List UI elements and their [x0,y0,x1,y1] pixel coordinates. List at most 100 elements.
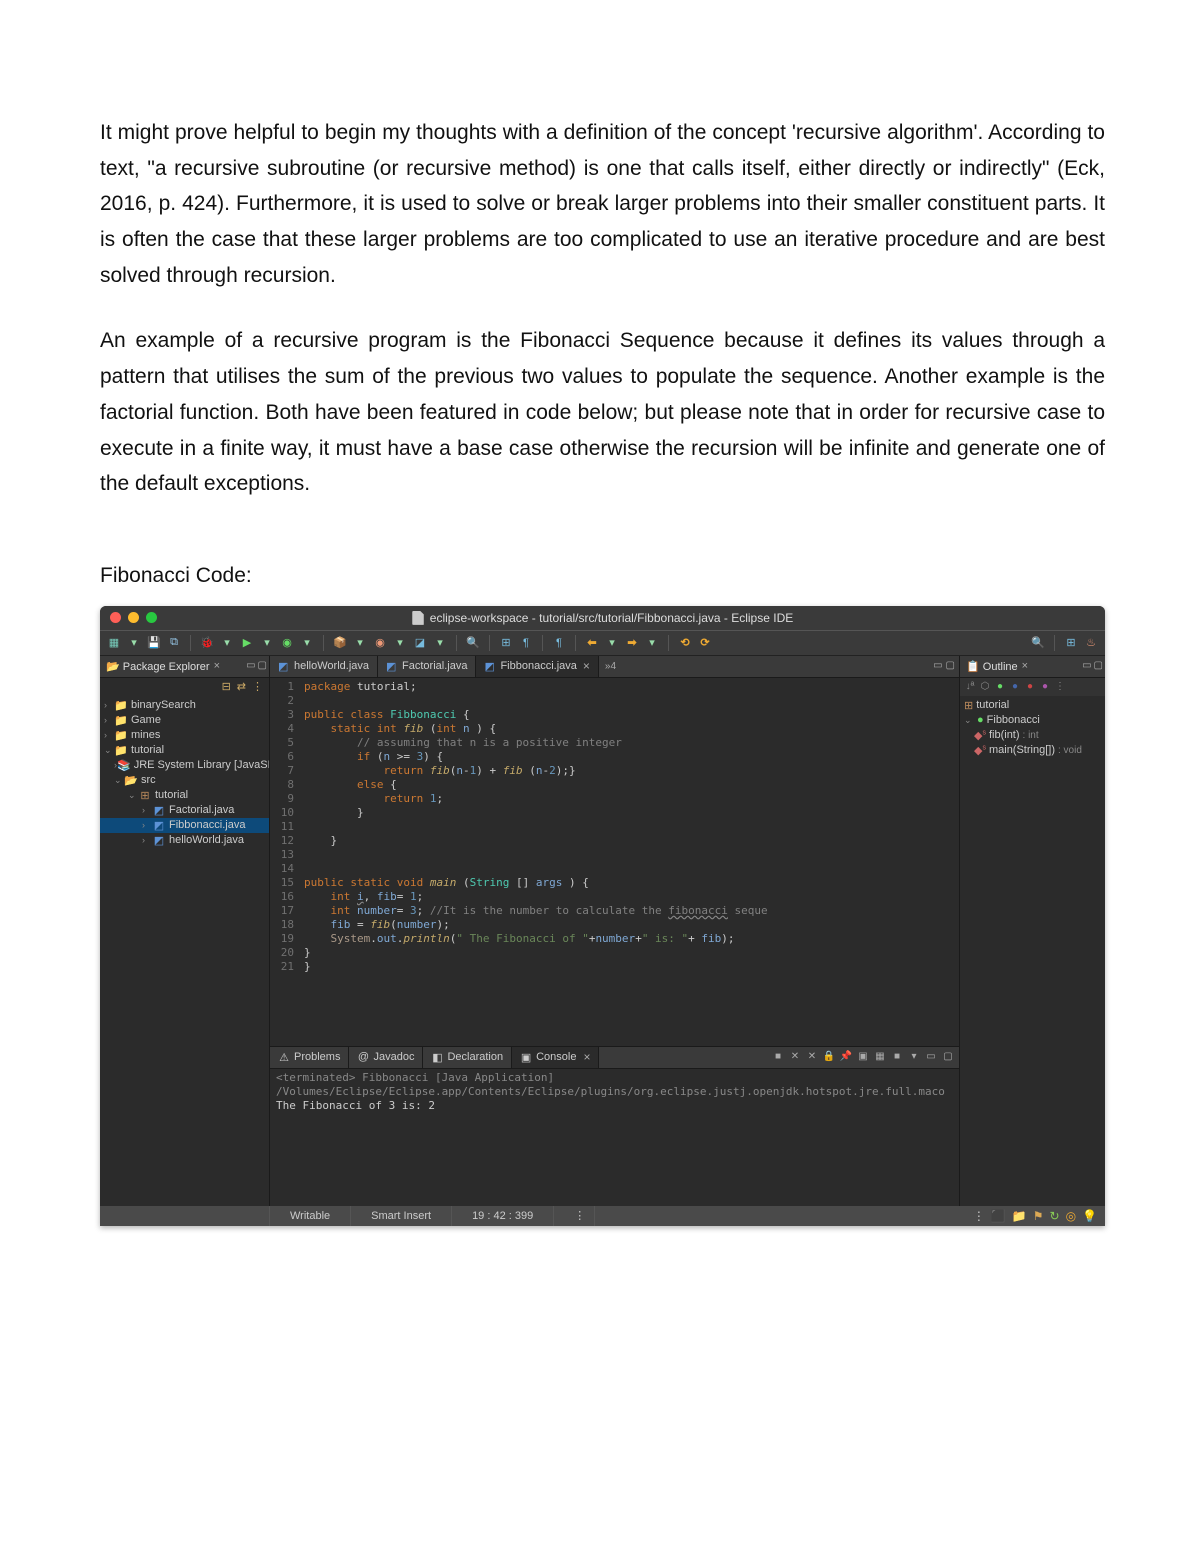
maximize-icon[interactable]: ▢ [941,1050,955,1064]
java-perspective-icon[interactable]: ♨ [1083,635,1099,651]
toggle-icon[interactable]: ¶ [518,635,534,651]
dropdown-icon[interactable]: ▾ [432,635,448,651]
toggle-icon[interactable]: ⊞ [498,635,514,651]
coverage-icon[interactable]: ◉ [279,635,295,651]
close-window-icon[interactable] [110,612,121,623]
bottom-tab-problems[interactable]: ⚠Problems [270,1047,349,1068]
status-icon[interactable]: 📁 [1012,1209,1027,1223]
menu-icon[interactable]: ▾ [907,1050,921,1064]
run-icon[interactable]: ▶ [239,635,255,651]
package-explorer-tab[interactable]: 📂 Package Explorer × ▭ ▢ [100,656,269,678]
search-icon[interactable]: 🔍 [465,635,481,651]
new-icon[interactable]: ▦ [106,635,122,651]
tree-item[interactable]: ›📁binarySearch [100,698,269,713]
dropdown-icon[interactable]: ▾ [259,635,275,651]
scroll-lock-icon[interactable]: 🔒 [822,1050,836,1064]
save-icon[interactable]: 💾 [146,635,162,651]
dropdown-icon[interactable]: ▾ [352,635,368,651]
search-icon[interactable]: 🔍 [1030,635,1046,651]
editor-tab[interactable]: ◩Factorial.java [378,656,476,677]
editor-tab[interactable]: ◩helloWorld.java [270,656,378,677]
remove-icon[interactable]: ■ [771,1050,785,1064]
minimize-icon[interactable]: ▭ [933,660,942,671]
dropdown-icon[interactable]: ▾ [644,635,660,651]
tip-icon[interactable]: ⋮ [973,1209,985,1223]
menu-icon[interactable]: ⋮ [1054,681,1066,692]
outline-item[interactable]: ◆s fib(int) : int [964,728,1101,743]
minimize-icon[interactable]: ▭ [1082,660,1091,671]
forward-icon[interactable]: ➡ [624,635,640,651]
project-tree[interactable]: ›📁binarySearch›📁Game›📁mines⌄📁tutorial›📚J… [100,696,269,1206]
tree-item[interactable]: ›◩Fibbonacci.java [100,818,269,833]
close-icon[interactable]: × [1022,660,1028,672]
open-console-icon[interactable]: ▦ [873,1050,887,1064]
more-tabs[interactable]: »4 [599,661,622,672]
window-titlebar[interactable]: eclipse-workspace - tutorial/src/tutoria… [100,606,1105,630]
filter-icon[interactable]: ● [994,681,1006,692]
terminate-icon[interactable]: ■ [890,1050,904,1064]
outline-item[interactable]: ⌄● Fibbonacci [964,713,1101,728]
status-icon[interactable]: ◎ [1066,1209,1076,1223]
maximize-window-icon[interactable] [146,612,157,623]
debug-icon[interactable]: 🐞 [199,635,215,651]
outline-item[interactable]: ⊞ tutorial [964,698,1101,713]
bottom-tab-declaration[interactable]: ◧Declaration [423,1047,512,1068]
editor-tab[interactable]: ◩Fibbonacci.java× [476,656,598,677]
tip-of-day-icon[interactable]: 💡 [1082,1209,1097,1223]
tree-item[interactable]: ›📁Game [100,713,269,728]
bottom-tab-javadoc[interactable]: @Javadoc [349,1047,423,1068]
pin-icon[interactable]: 📌 [839,1050,853,1064]
new-package-icon[interactable]: 📦 [332,635,348,651]
save-all-icon[interactable]: ⧉ [166,635,182,651]
maximize-icon[interactable]: ▢ [946,660,955,671]
back-icon[interactable]: ⬅ [584,635,600,651]
tree-item[interactable]: ›◩Factorial.java [100,803,269,818]
maximize-icon[interactable]: ▢ [1094,660,1103,671]
sort-icon[interactable]: ↓ª [964,681,976,692]
menu-icon[interactable]: ⋮ [252,680,263,693]
status-insert-mode: Smart Insert [351,1206,452,1226]
filter-icon[interactable]: ● [1009,681,1021,692]
dropdown-icon[interactable]: ▾ [604,635,620,651]
dropdown-icon[interactable]: ▾ [219,635,235,651]
filter-icon[interactable]: ● [1039,681,1051,692]
status-icon[interactable]: ⚑ [1033,1209,1044,1223]
minimize-icon[interactable]: ▭ [924,1050,938,1064]
close-icon[interactable]: × [214,660,220,672]
tree-item[interactable]: ›◩helloWorld.java [100,833,269,848]
last-edit-icon[interactable]: ⟲ [677,635,693,651]
dropdown-icon[interactable]: ▾ [126,635,142,651]
console-output[interactable]: <terminated> Fibbonacci [Java Applicatio… [270,1069,959,1115]
paragraph-icon[interactable]: ¶ [551,635,567,651]
tree-item[interactable]: ›📚JRE System Library [JavaSE-17] [100,758,269,773]
tree-item[interactable]: ⌄📁tutorial [100,743,269,758]
minimize-window-icon[interactable] [128,612,139,623]
remove-all-icon[interactable]: ✕ [788,1050,802,1064]
clear-icon[interactable]: ✕ [805,1050,819,1064]
next-icon[interactable]: ⟳ [697,635,713,651]
minimize-icon[interactable]: ▭ [246,660,255,671]
filter-icon[interactable]: ⬡ [979,681,991,692]
tree-item[interactable]: ⌄⊞tutorial [100,788,269,803]
perspective-icon[interactable]: ⊞ [1063,635,1079,651]
display-icon[interactable]: ▣ [856,1050,870,1064]
status-icon[interactable]: ↻ [1050,1209,1060,1223]
close-icon[interactable]: × [583,659,590,673]
tree-item[interactable]: ›📁mines [100,728,269,743]
tree-item[interactable]: ⌄📂src [100,773,269,788]
outline-item[interactable]: ◆s main(String[]) : void [964,743,1101,758]
dropdown-icon[interactable]: ▾ [299,635,315,651]
close-icon[interactable]: × [583,1050,590,1064]
dropdown-icon[interactable]: ▾ [392,635,408,651]
bottom-tab-console[interactable]: ▣Console× [512,1047,599,1068]
collapse-icon[interactable]: ⊟ [222,680,231,693]
maximize-icon[interactable]: ▢ [258,660,267,671]
code-editor[interactable]: 123456789101112131415161718192021 packag… [270,678,959,1046]
status-icon[interactable]: ⬛ [991,1209,1006,1223]
link-editor-icon[interactable]: ⇄ [237,680,246,693]
outline-tab[interactable]: 📋 Outline × ▭ ▢ [960,656,1105,678]
new-class-icon[interactable]: ◉ [372,635,388,651]
filter-icon[interactable]: ● [1024,681,1036,692]
open-type-icon[interactable]: ◪ [412,635,428,651]
outline-tree[interactable]: ⊞ tutorial⌄● Fibbonacci◆s fib(int) : int… [960,696,1105,760]
